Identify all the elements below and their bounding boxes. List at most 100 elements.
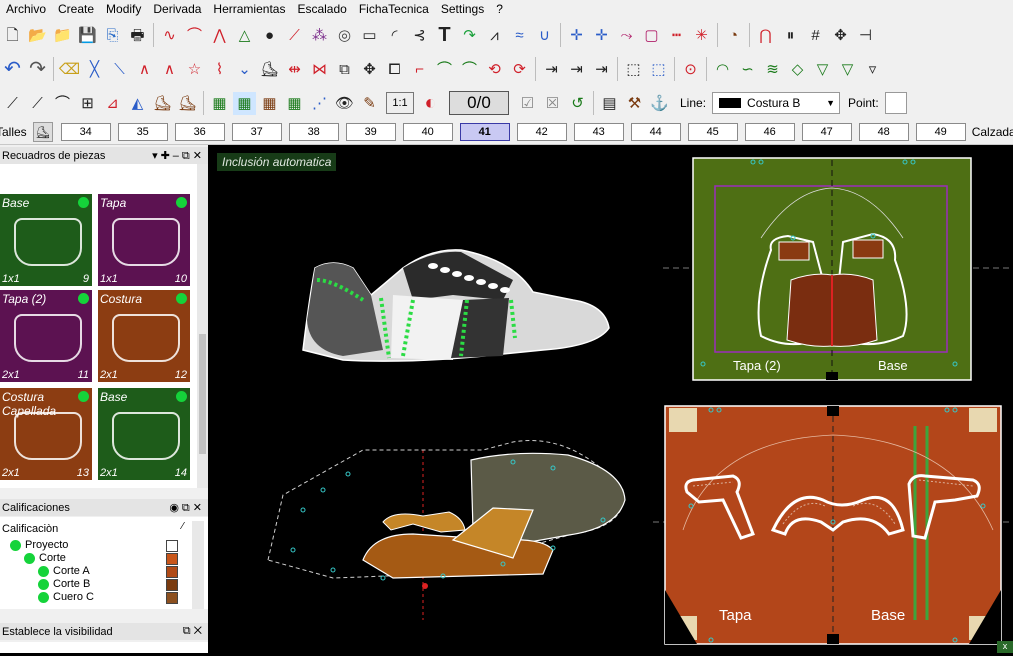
wave-green-icon[interactable]: ∽ — [736, 58, 759, 81]
text-tool-icon[interactable]: T — [433, 24, 456, 47]
scale-1-1-button[interactable]: 1:1 — [386, 92, 414, 114]
eye-icon[interactable]: 👁 — [333, 92, 356, 115]
menu-herramientas[interactable]: Herramientas — [207, 0, 291, 18]
loop-green-icon[interactable]: ↺ — [566, 92, 589, 115]
magnet-curve-icon[interactable]: ∪ — [533, 24, 556, 47]
size-button[interactable]: 45 — [687, 123, 738, 141]
menu-fichatecnica[interactable]: FichaTecnica — [353, 0, 435, 18]
tree-node[interactable]: Corte A — [38, 565, 90, 577]
frame-icon[interactable]: ▢ — [640, 24, 663, 47]
cross-box-icon[interactable]: ☒ — [541, 92, 564, 115]
ruler-icon[interactable]: ⊞ — [76, 92, 99, 115]
design-canvas[interactable]: Tapa (2) Base Tapa Base — [213, 150, 1013, 653]
shoe-arrow-2-icon[interactable]: ⛸ — [176, 92, 199, 115]
size-button[interactable]: 40 — [402, 123, 453, 141]
draw-curve-icon[interactable]: ∿ — [158, 24, 181, 47]
close-icon[interactable]: x — [997, 641, 1013, 653]
panel-controls-icon[interactable]: ⧉✕ — [183, 625, 205, 638]
color-swatch[interactable] — [166, 566, 178, 578]
piece-thumbnail[interactable]: Costura 2x1 12 — [98, 290, 190, 382]
eraser-icon[interactable]: ⌫ — [58, 58, 81, 81]
pack-icon[interactable]: ⬚ — [622, 58, 645, 81]
new-file-icon[interactable]: 🗋 — [1, 24, 24, 47]
zigzag-icon[interactable]: ⩘ — [483, 24, 506, 47]
arrow-right-box-icon[interactable]: ⇥ — [540, 58, 563, 81]
rotate-2-icon[interactable]: ⟳ — [508, 58, 531, 81]
checkbox-icon[interactable]: ☑ — [516, 92, 539, 115]
menu-derivada[interactable]: Derivada — [147, 0, 207, 18]
menu-modify[interactable]: Modify — [100, 0, 147, 18]
grid-icon[interactable]: # — [804, 24, 827, 47]
size-button[interactable]: 46 — [744, 123, 795, 141]
save-icon[interactable]: 💾 — [76, 24, 99, 47]
piece-thumbnail[interactable]: Tapa 1x1 10 — [98, 194, 190, 286]
stitch-line-icon[interactable]: ┅ — [665, 24, 688, 47]
triangle-down-2-icon[interactable]: ▽ — [836, 58, 859, 81]
duplicate-icon[interactable]: ⧠ — [383, 58, 406, 81]
size-button[interactable]: 41 — [459, 123, 510, 141]
wave-green-2-icon[interactable]: ≋ — [761, 58, 784, 81]
fan-icon[interactable]: ◔ — [722, 24, 745, 47]
protractor-icon[interactable]: ⊿ — [101, 92, 124, 115]
traffic-light-icon[interactable]: ◐ — [419, 92, 442, 115]
color-swatch[interactable] — [166, 540, 178, 552]
hammer-icon[interactable]: ⚒ — [623, 92, 646, 115]
color-swatch[interactable] — [166, 592, 178, 604]
pack-blue-icon[interactable]: ⬚ — [647, 58, 670, 81]
point-icon[interactable]: ● — [258, 24, 281, 47]
measure-curve-icon[interactable]: ⌒ — [51, 92, 74, 115]
triangle-down-icon[interactable]: ▽ — [811, 58, 834, 81]
magnet-icon[interactable]: ⋂ — [754, 24, 777, 47]
draw-spline-icon[interactable]: ⌒ — [183, 24, 206, 47]
size-button[interactable]: 47 — [801, 123, 852, 141]
tree-node[interactable]: Cuero C — [38, 591, 94, 603]
color-swatch[interactable] — [166, 579, 178, 591]
curve-fit-icon[interactable]: ⌒ — [433, 58, 456, 81]
flattened-pattern[interactable] — [267, 440, 626, 589]
rectangle-icon[interactable]: ▭ — [358, 24, 381, 47]
align-icon[interactable]: ⊣ — [854, 24, 877, 47]
piece-thumbnail[interactable]: Base 2x1 14 — [98, 388, 190, 480]
arrow-right-box-2-icon[interactable]: ⇥ — [565, 58, 588, 81]
cross-line-2-icon[interactable]: ✛ — [590, 24, 613, 47]
size-button[interactable]: 42 — [516, 123, 567, 141]
asterisk-icon[interactable]: ✳ — [690, 24, 713, 47]
size-button[interactable]: 39 — [345, 123, 396, 141]
size-button[interactable]: 48 — [858, 123, 909, 141]
draw-polyline-icon[interactable]: ⋀ — [208, 24, 231, 47]
stitch-blue-icon[interactable]: ≈ — [508, 24, 531, 47]
thumbnail-scrollbar[interactable] — [197, 164, 208, 488]
tree-node[interactable]: Corte — [24, 552, 66, 564]
menu-escalado[interactable]: Escalado — [291, 0, 352, 18]
fold-icon[interactable]: ⌄ — [233, 58, 256, 81]
size-button[interactable]: 37 — [231, 123, 282, 141]
piece-tapa-base-rust[interactable]: Tapa Base — [664, 405, 1002, 645]
star-icon[interactable]: ☆ — [183, 58, 206, 81]
menu-create[interactable]: Create — [52, 0, 100, 18]
curve-green-icon[interactable]: ↷ — [458, 24, 481, 47]
sneaker-side-view[interactable] — [302, 249, 610, 362]
color-swatch[interactable] — [166, 553, 178, 565]
tree-scrollbar[interactable] — [192, 521, 204, 609]
rotate-icon[interactable]: ⟲ — [483, 58, 506, 81]
cut-curve-icon[interactable]: ⌇ — [208, 58, 231, 81]
piece-thumbnail[interactable]: Costura Capellada 2x1 13 — [0, 388, 92, 480]
angle-2-icon[interactable]: ∧ — [158, 58, 181, 81]
points-circle-icon[interactable]: ⊙ — [679, 58, 702, 81]
line-type-select[interactable]: Costura B ▼ — [712, 92, 841, 114]
curve-fit-2-icon[interactable]: ⌒ — [458, 58, 481, 81]
draw-triangle-icon[interactable]: △ — [233, 24, 256, 47]
shoe-arrow-icon[interactable]: ⛸ — [151, 92, 174, 115]
cross-line-icon[interactable]: ✛ — [565, 24, 588, 47]
grid-green-icon[interactable]: ▦ — [208, 92, 231, 115]
point-select[interactable] — [884, 92, 907, 114]
grid-shoe-icon[interactable]: ▦ — [258, 92, 281, 115]
menu-archivo[interactable]: Archivo — [0, 0, 52, 18]
redo-icon[interactable]: ↷ — [26, 58, 49, 81]
panel-controls-icon[interactable]: ▾✚‒⧉✕ — [152, 149, 205, 163]
grid-green-3-icon[interactable]: ▦ — [283, 92, 306, 115]
piece-tapa-base-green[interactable]: Tapa (2) Base — [692, 157, 972, 381]
copy-icon[interactable]: ⧉ — [333, 58, 356, 81]
measure-line-icon[interactable]: ⟋ — [1, 92, 24, 115]
piece-thumbnail[interactable]: Base 1x1 9 — [0, 194, 92, 286]
